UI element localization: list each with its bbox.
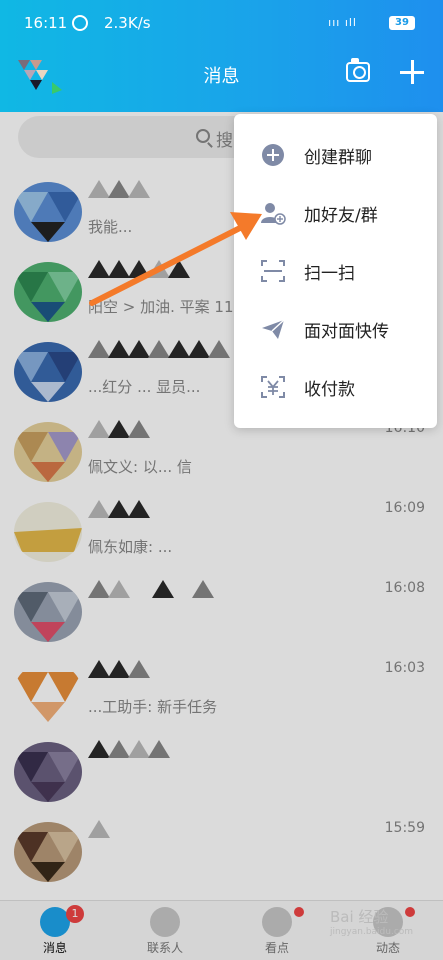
menu-item-face-to-face[interactable]: 面对面快传 [234,300,437,358]
menu-item-add-friend[interactable]: 加好友/群 [234,184,437,242]
watermark-sub: jingyan.baidu.com [330,927,414,937]
menu-item-scan[interactable]: 扫一扫 [234,242,437,300]
network-speed: 2.3K/s [104,14,151,32]
menu-item-label: 创建群聊 [304,148,372,168]
signal-icon: ııı ıll [328,16,357,29]
status-bar: 16:11 2.3K/s ııı ıll 39 [24,14,415,34]
top-bar: 16:11 2.3K/s ııı ıll 39 消息 [0,0,443,112]
add-circle-icon [262,144,284,166]
plus-icon[interactable] [400,60,424,84]
watermark: Bai 经验 jingyan.baidu.com [330,906,413,937]
camera-icon[interactable] [346,58,370,82]
paper-plane-icon [262,319,285,339]
menu-item-label: 加好友/群 [304,206,378,226]
scan-icon [261,260,285,282]
plus-popup-menu: 创建群聊 加好友/群 扫一扫 面对面快传 收付款 [234,114,437,428]
page-title: 消息 [203,66,240,87]
battery-icon: 39 [389,16,415,30]
menu-item-payment[interactable]: 收付款 [234,358,437,416]
menu-item-label: 扫一扫 [304,264,355,284]
menu-item-label: 面对面快传 [304,322,389,342]
menu-item-label: 收付款 [304,380,355,400]
add-friend-icon [261,203,286,225]
watermark-text: Bai 经验 [330,908,389,926]
status-time: 16:11 [24,14,68,32]
payment-icon [261,376,285,398]
alarm-icon [72,15,88,31]
menu-item-create-group[interactable]: 创建群聊 [234,126,437,184]
